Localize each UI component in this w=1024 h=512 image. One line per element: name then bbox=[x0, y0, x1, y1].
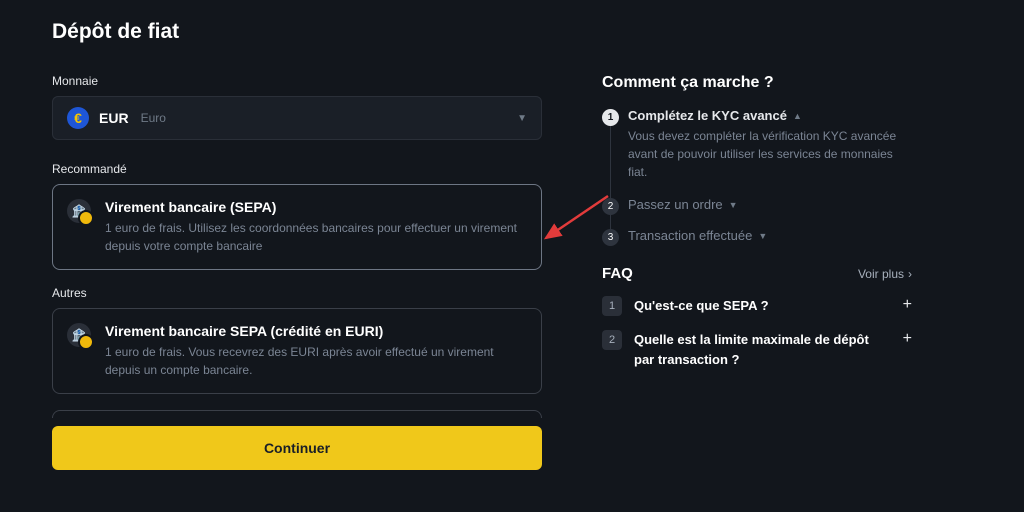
bank-icon: 🏦 bbox=[67, 199, 91, 223]
plus-icon[interactable]: + bbox=[903, 330, 912, 348]
currency-label: Monnaie bbox=[52, 74, 542, 88]
option-title: Virement bancaire SEPA (crédité en EURI) bbox=[105, 323, 525, 339]
deposit-option-sepa[interactable]: 🏦 Virement bancaire (SEPA) 1 euro de fra… bbox=[52, 184, 542, 270]
sidebar: Comment ça marche ? 1 Complétez le KYC a… bbox=[602, 74, 912, 470]
step-kyc[interactable]: 1 Complétez le KYC avancé ▲ Vous devez c… bbox=[628, 108, 912, 181]
deposit-option-sepa-euri[interactable]: 🏦 Virement bancaire SEPA (crédité en EUR… bbox=[52, 308, 542, 394]
step-number: 1 bbox=[602, 109, 619, 126]
step-desc: Vous devez compléter la vérification KYC… bbox=[628, 127, 912, 181]
faq-more-label: Voir plus bbox=[858, 267, 904, 281]
continue-button[interactable]: Continuer bbox=[52, 426, 542, 470]
euro-icon: € bbox=[67, 107, 89, 129]
recommended-label: Recommandé bbox=[52, 162, 542, 176]
step-order[interactable]: 2 Passez un ordre ▼ bbox=[628, 197, 912, 212]
option-title: Virement bancaire (SEPA) bbox=[105, 199, 525, 215]
chevron-down-icon: ▼ bbox=[758, 231, 767, 241]
bank-icon: 🏦 bbox=[67, 323, 91, 347]
chevron-down-icon: ▼ bbox=[517, 113, 527, 124]
faq-item[interactable]: 2 Quelle est la limite maximale de dépôt… bbox=[602, 330, 912, 369]
chevron-right-icon: › bbox=[908, 267, 912, 281]
faq-see-more[interactable]: Voir plus › bbox=[858, 267, 912, 281]
steps-list: 1 Complétez le KYC avancé ▲ Vous devez c… bbox=[602, 108, 912, 243]
step-title-text: Passez un ordre bbox=[628, 197, 723, 212]
option-desc: 1 euro de frais. Vous recevrez des EURI … bbox=[105, 343, 525, 379]
currency-name: Euro bbox=[141, 111, 166, 125]
step-done[interactable]: 3 Transaction effectuée ▼ bbox=[628, 228, 912, 243]
option-peek bbox=[52, 410, 542, 418]
currency-select[interactable]: € EUR Euro ▼ bbox=[52, 96, 542, 140]
page-title: Dépôt de fiat bbox=[52, 20, 992, 44]
plus-icon[interactable]: + bbox=[903, 296, 912, 314]
step-title-text: Transaction effectuée bbox=[628, 228, 752, 243]
step-title-text: Complétez le KYC avancé bbox=[628, 108, 787, 123]
step-number: 3 bbox=[602, 229, 619, 246]
faq-question: Qu'est-ce que SEPA ? bbox=[634, 296, 891, 316]
others-label: Autres bbox=[52, 286, 542, 300]
howitworks-title: Comment ça marche ? bbox=[602, 74, 912, 92]
step-number: 2 bbox=[602, 198, 619, 215]
chevron-up-icon: ▲ bbox=[793, 111, 802, 121]
chevron-down-icon: ▼ bbox=[729, 200, 738, 210]
faq-item[interactable]: 1 Qu'est-ce que SEPA ? + bbox=[602, 296, 912, 316]
option-desc: 1 euro de frais. Utilisez les coordonnée… bbox=[105, 219, 525, 255]
deposit-form: Monnaie € EUR Euro ▼ Recommandé 🏦 Vireme… bbox=[52, 74, 542, 470]
faq-number: 1 bbox=[602, 296, 622, 316]
currency-code: EUR bbox=[99, 110, 129, 126]
faq-title: FAQ bbox=[602, 265, 633, 282]
faq-number: 2 bbox=[602, 330, 622, 350]
faq-question: Quelle est la limite maximale de dépôt p… bbox=[634, 330, 891, 369]
